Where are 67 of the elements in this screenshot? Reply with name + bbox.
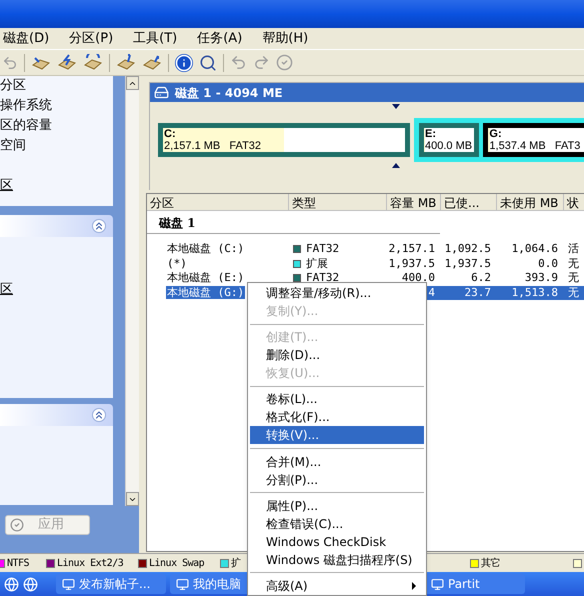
status-cell-text: 活 [567, 242, 580, 256]
legend-label: Linux Ext2/3 [57, 556, 124, 570]
partition-block[interactable]: G: 1,537.4 MB FAT3 [483, 123, 584, 157]
table-cell-text: 400.0 [400, 271, 436, 286]
partition-name[interactable]: 本地磁盘 (C:) [166, 242, 246, 255]
menu-item[interactable]: 工具(T) [133, 28, 178, 48]
table-cell: 23.7 [441, 286, 497, 300]
task-link[interactable]: 区的容量 [0, 116, 113, 136]
column-header[interactable]: 已使... [441, 194, 497, 210]
menu-item[interactable]: 格式化(F)... [250, 408, 424, 426]
taskbar-button[interactable]: 发布新帖子... [56, 574, 166, 594]
menu-item[interactable]: 删除(D)... [250, 346, 424, 364]
partition-type: FAT32 [306, 271, 340, 286]
menu-item[interactable]: 分区(P) [69, 28, 114, 48]
column-header[interactable]: 类型 [289, 194, 387, 210]
task-link[interactable]: 空间 [0, 136, 113, 156]
table-cell-text: 393.9 [524, 271, 559, 286]
task-link[interactable]: 分区 [0, 76, 113, 96]
legend-label: Linux Swap [149, 556, 204, 570]
partition-info: 1,537.4 MB FAT3 [489, 140, 582, 152]
menu-item[interactable]: 卷标(L)... [250, 390, 424, 408]
table-cell-text: 6.2 [470, 271, 492, 286]
partition-name[interactable]: 本地磁盘 (E:) [166, 271, 246, 284]
table-cell-text: 2,157.1 [388, 242, 436, 256]
menu-item[interactable]: 分割(P)... [250, 470, 424, 489]
partition-info: 2,157.1 MB FAT32 [164, 140, 262, 152]
menu-item[interactable]: 检查错误(C)... [250, 514, 424, 533]
menu-item[interactable]: 合并(M)... [250, 452, 424, 471]
task-link[interactable]: 区 [0, 176, 113, 196]
legend-label: 扩 [231, 556, 240, 570]
partition-type: FAT32 [306, 242, 340, 256]
partition-block[interactable]: E: 400.0 MB [419, 123, 480, 157]
drive-letter: G: [489, 128, 503, 140]
partition-info: 400.0 MB [425, 140, 474, 152]
table-cell: 1,513.8 [497, 286, 564, 300]
disk-title: 磁盘 1 - 4094 ME [175, 84, 283, 102]
column-header[interactable]: 分区 [147, 194, 289, 210]
column-header[interactable]: 容量 MB [387, 194, 441, 210]
task-link[interactable]: 操作系统 [0, 96, 113, 116]
table-cell-text: 1,064.6 [510, 242, 559, 256]
menu-item[interactable]: 帮助(H) [262, 28, 308, 48]
partition-name[interactable]: (*) [166, 256, 188, 270]
drive-letter: E: [425, 128, 437, 140]
menu-item[interactable]: Windows CheckDisk [250, 532, 424, 551]
menu-item[interactable]: 磁盘(D) [3, 28, 50, 48]
menu-item[interactable]: 属性(P)... [250, 496, 424, 515]
status-cell-text: 无 [567, 256, 580, 271]
status-cell-text: 无 [567, 271, 580, 286]
taskbar-button[interactable]: Partit [425, 574, 525, 594]
partition-type: 扩展 [306, 256, 328, 271]
status-cell: 无 [564, 286, 584, 300]
legend-label: 其它 [481, 556, 500, 570]
table-cell-text: 1,937.5 [388, 256, 436, 271]
table-cell-text: 1,937.5 [444, 256, 492, 271]
table-cell-text: 0.0 [537, 256, 559, 271]
legend-label: NTFS [7, 556, 30, 570]
table-cell-text: 1,092.5 [444, 242, 492, 256]
disk-group-label: 磁盘 1 [159, 216, 196, 230]
drive-letter: C: [164, 128, 177, 140]
column-header[interactable]: 未使用 MB [497, 194, 564, 210]
column-header[interactable]: 状 [564, 194, 584, 210]
task-link[interactable]: 区 [0, 280, 113, 300]
menu-item[interactable]: 任务(A) [197, 28, 242, 48]
menu-item[interactable]: 转换(V)... [250, 426, 424, 444]
partition-name[interactable]: 本地磁盘 (G:) [166, 286, 246, 298]
menu-item[interactable]: Windows 磁盘扫描程序(S) [250, 550, 424, 569]
partition-block[interactable]: C: 2,157.1 MB FAT32 [158, 123, 410, 157]
